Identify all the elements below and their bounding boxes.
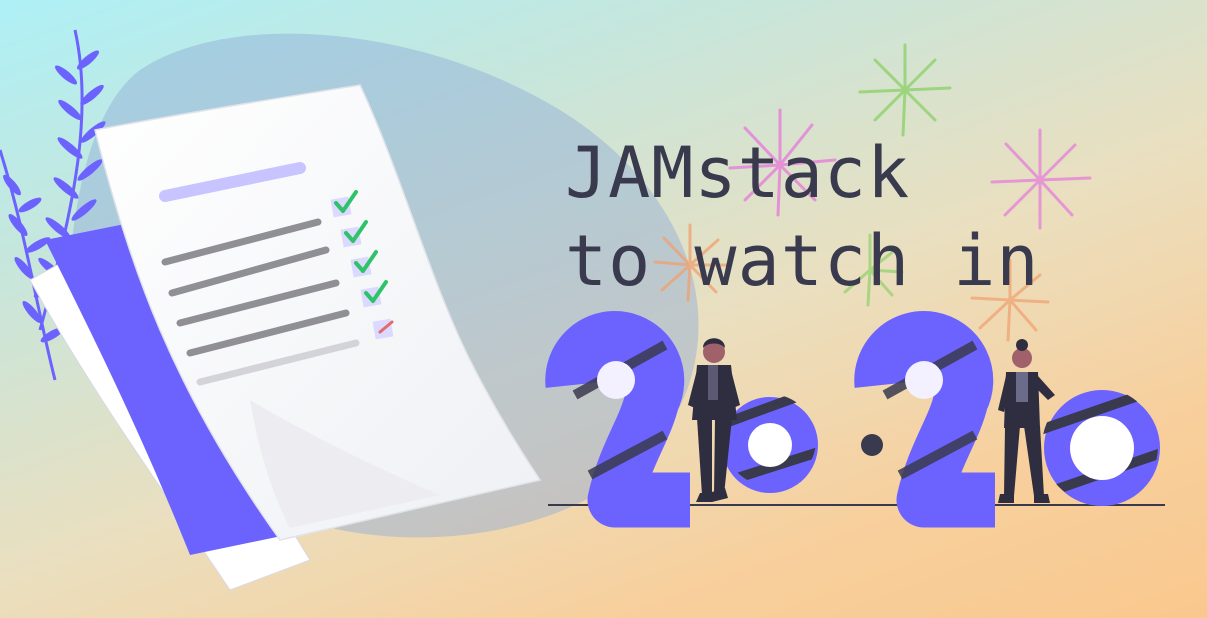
hero-banner: JAMstack to watch in — [0, 0, 1207, 618]
headline-line-1: JAMstack — [565, 132, 911, 214]
fern-leaf-icon — [0, 149, 64, 381]
year-separator-dot — [861, 434, 883, 456]
illustration — [0, 29, 1165, 591]
year-digit-0 — [1042, 388, 1160, 506]
year-digit-2 — [854, 311, 995, 528]
headline-line-2: to watch in — [565, 220, 1040, 302]
firework-icon — [858, 43, 952, 137]
firework-icon — [990, 128, 1092, 230]
woman-figure — [998, 339, 1055, 503]
